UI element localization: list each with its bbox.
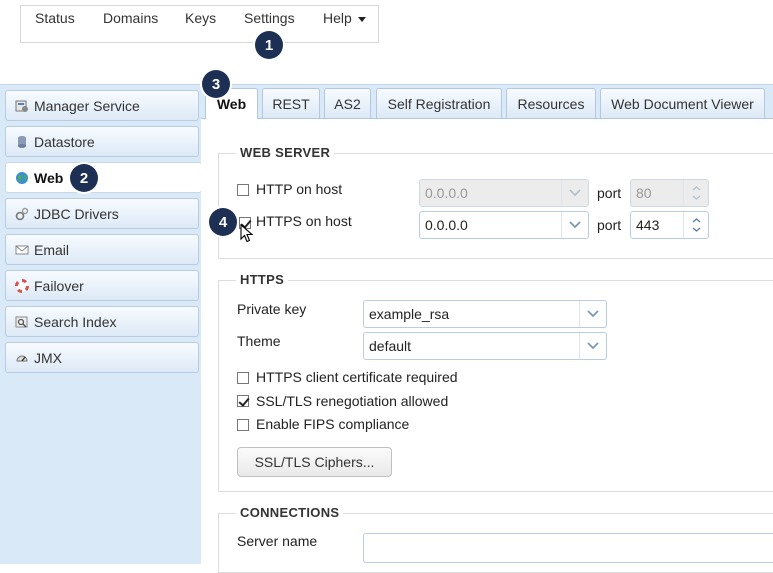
spinner-arrows-icon: [683, 212, 708, 238]
sidebar-item-email[interactable]: Email: [5, 234, 199, 265]
menu-help-label: Help: [323, 10, 352, 26]
manager-service-icon: [15, 100, 28, 112]
tab-as2[interactable]: AS2: [324, 88, 371, 118]
https-legend: HTTPS: [236, 272, 289, 287]
menu-help[interactable]: Help: [323, 10, 366, 26]
sidebar-item-failover[interactable]: Failover: [5, 270, 199, 301]
sidebar-item-web[interactable]: Web: [5, 162, 202, 193]
client-cert-checkbox[interactable]: [237, 372, 249, 384]
sidebar-item-label: Failover: [34, 277, 84, 294]
http-label: HTTP on host: [256, 181, 343, 197]
https-host-value: 0.0.0.0: [425, 217, 468, 233]
tab-rest[interactable]: REST: [262, 88, 320, 118]
menu-status[interactable]: Status: [35, 10, 75, 26]
search-index-icon: [15, 316, 28, 328]
mouse-cursor-icon: [240, 224, 254, 243]
private-key-select[interactable]: example_rsa: [363, 300, 607, 328]
spinner-arrows-icon: [683, 180, 708, 206]
menu-keys[interactable]: Keys: [185, 10, 216, 26]
sidebar-item-label: JMX: [34, 349, 62, 366]
tab-resources[interactable]: Resources: [506, 88, 596, 118]
lifebuoy-icon: [15, 278, 29, 293]
sidebar-item-label: JDBC Drivers: [34, 205, 119, 222]
private-key-label: Private key: [237, 301, 307, 317]
http-host-value: 0.0.0.0: [425, 185, 468, 201]
http-port-label: port: [597, 185, 622, 201]
jdbc-drivers-icon: [15, 207, 29, 220]
tab-web-document-viewer[interactable]: Web Document Viewer: [600, 88, 765, 118]
sidebar-item-label: Web: [34, 169, 64, 186]
https-host-select[interactable]: 0.0.0.0: [419, 211, 589, 239]
callout-badge-2: 2: [70, 164, 98, 192]
http-port-value: 80: [636, 185, 652, 201]
server-name-label: Server name: [237, 533, 318, 549]
http-checkbox[interactable]: [237, 184, 249, 196]
chevron-down-icon: [579, 301, 606, 327]
menu-settings[interactable]: Settings: [244, 10, 295, 26]
sidebar-item-label: Datastore: [34, 133, 95, 150]
chevron-down-icon: [561, 212, 588, 238]
theme-label: Theme: [237, 333, 281, 349]
callout-badge-4: 4: [209, 208, 237, 236]
client-cert-label: HTTPS client certificate required: [256, 369, 458, 385]
connections-legend: CONNECTIONS: [236, 505, 344, 520]
chevron-down-icon: [561, 180, 588, 206]
https-label: HTTPS on host: [256, 213, 352, 229]
theme-value: default: [369, 338, 412, 354]
sidebar-item-jdbc-drivers[interactable]: JDBC Drivers: [5, 198, 199, 229]
tab-self-registration[interactable]: Self Registration: [376, 88, 502, 118]
gauge-icon: [16, 355, 28, 361]
sidebar-item-search-index[interactable]: Search Index: [5, 306, 199, 337]
server-name-input[interactable]: [363, 533, 773, 563]
renegotiation-checkbox[interactable]: [237, 395, 249, 407]
fips-label: Enable FIPS compliance: [256, 416, 410, 432]
https-port-spinner[interactable]: 443: [630, 211, 709, 239]
sidebar-item-label: Manager Service: [34, 97, 140, 114]
https-port-label: port: [597, 217, 622, 233]
http-host-select[interactable]: 0.0.0.0: [419, 179, 589, 207]
datastore-icon: [18, 135, 26, 148]
renegotiation-label: SSL/TLS renegotiation allowed: [256, 393, 449, 409]
chevron-down-icon: [579, 333, 606, 359]
sidebar-item-jmx[interactable]: JMX: [5, 342, 199, 373]
sidebar-item-manager-service[interactable]: Manager Service: [5, 90, 199, 121]
sidebar-item-label: Search Index: [34, 313, 117, 330]
envelope-icon: [15, 245, 29, 254]
theme-select[interactable]: default: [363, 332, 607, 360]
private-key-value: example_rsa: [369, 306, 450, 322]
globe-icon: [16, 171, 28, 184]
chevron-down-icon: [357, 16, 366, 22]
callout-badge-3: 3: [202, 70, 230, 98]
callout-badge-1: 1: [255, 31, 283, 59]
https-port-value: 443: [636, 217, 660, 233]
sidebar-item-datastore[interactable]: Datastore: [5, 126, 199, 157]
sidebar-item-label: Email: [34, 241, 70, 258]
menu-domains[interactable]: Domains: [103, 10, 158, 26]
fips-checkbox[interactable]: [237, 419, 249, 431]
web-server-legend: WEB SERVER: [236, 145, 335, 160]
http-port-spinner[interactable]: 80: [630, 179, 709, 207]
ssl-ciphers-button[interactable]: SSL/TLS Ciphers...: [237, 447, 392, 477]
